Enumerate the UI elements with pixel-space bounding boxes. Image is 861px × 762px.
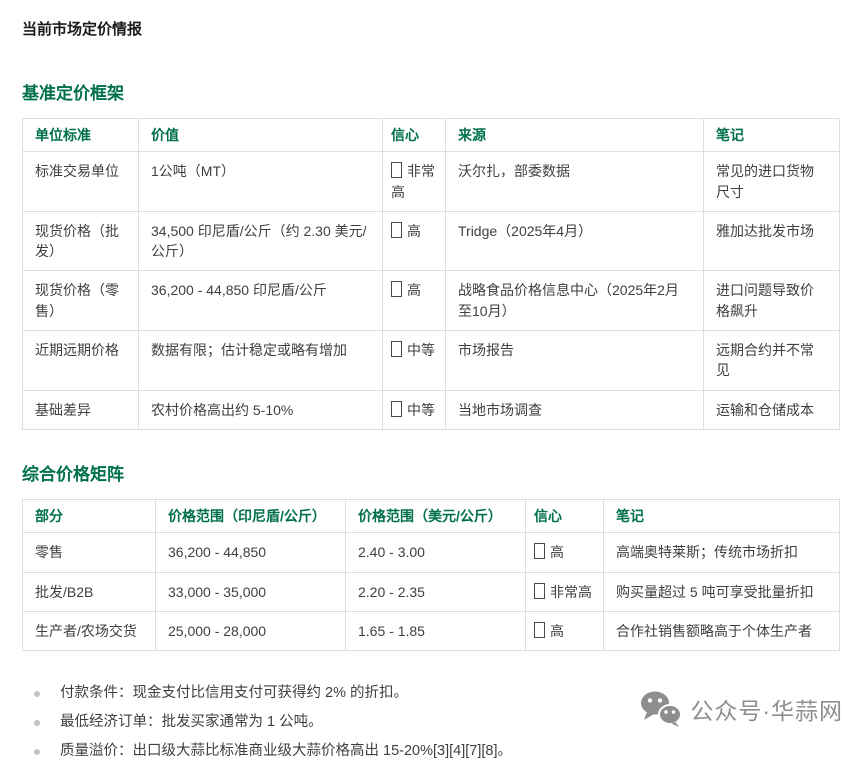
benchmark-pricing-table: 单位标准 价值 信心 来源 笔记 标准交易单位 1公吨（MT） 非常高 沃尔扎，… (22, 118, 840, 430)
table-row: 现货价格（批发） 34,500 印尼盾/公斤（约 2.30 美元/公斤） 高 T… (23, 211, 840, 271)
col-header-confidence: 信心 (383, 119, 446, 152)
table-header-row: 部分 价格范围（印尼盾/公斤） 价格范围（美元/公斤） 信心 笔记 (23, 499, 840, 532)
confidence-label: 高 (407, 223, 421, 239)
table-row: 现货价格（零售） 36,200 - 44,850 印尼盾/公斤 高 战略食品价格… (23, 271, 840, 331)
missing-emoji-glyph (391, 341, 402, 357)
table-row: 零售 36,200 - 44,850 2.40 - 3.00 高 高端奥特莱斯；… (23, 533, 840, 572)
notes-cell: 购买量超过 5 吨可享受批量折扣 (604, 572, 840, 611)
value-cell: 36,200 - 44,850 印尼盾/公斤 (139, 271, 383, 331)
table-row: 标准交易单位 1公吨（MT） 非常高 沃尔扎，部委数据 常见的进口货物尺寸 (23, 152, 840, 212)
unit-cell: 标准交易单位 (23, 152, 139, 212)
source-cell: Tridge（2025年4月） (446, 211, 704, 271)
source-cell: 当地市场调查 (446, 390, 704, 429)
wechat-icon (639, 690, 681, 727)
confidence-cell: 高 (526, 533, 604, 572)
missing-emoji-glyph (534, 622, 545, 638)
wechat-account-label: 公众号·华蒜网 (690, 692, 843, 726)
missing-emoji-glyph (534, 583, 545, 599)
table-row: 基础差异 农村价格高出约 5-10% 中等 当地市场调查 运输和仓储成本 (23, 390, 840, 429)
table-row: 批发/B2B 33,000 - 35,000 2.20 - 2.35 非常高 购… (23, 572, 840, 611)
confidence-label: 高 (407, 282, 421, 298)
range-usd-cell: 2.20 - 2.35 (346, 572, 526, 611)
col-header-range-idr: 价格范围（印尼盾/公斤） (156, 499, 346, 532)
table-row: 生产者/农场交货 25,000 - 28,000 1.65 - 1.85 高 合… (23, 611, 840, 650)
unit-cell: 近期远期价格 (23, 331, 139, 391)
table-row: 近期远期价格 数据有限；估计稳定或略有增加 中等 市场报告 远期合约并不常见 (23, 331, 840, 391)
col-header-value: 价值 (139, 119, 383, 152)
missing-emoji-glyph (391, 401, 402, 417)
segment-cell: 批发/B2B (23, 572, 156, 611)
value-cell: 数据有限；估计稳定或略有增加 (139, 331, 383, 391)
col-header-confidence: 信心 (526, 499, 604, 532)
notes-cell: 常见的进口货物尺寸 (704, 152, 840, 212)
notes-cell: 进口问题导致价格飙升 (704, 271, 840, 331)
value-cell: 1公吨（MT） (139, 152, 383, 212)
confidence-label: 中等 (407, 342, 435, 358)
unit-cell: 基础差异 (23, 390, 139, 429)
missing-emoji-glyph (391, 281, 402, 297)
notes-cell: 高端奥特莱斯；传统市场折扣 (604, 533, 840, 572)
confidence-label: 高 (550, 544, 564, 560)
notes-cell: 合作社销售额略高于个体生产者 (604, 611, 840, 650)
confidence-cell: 非常高 (526, 572, 604, 611)
confidence-label: 高 (550, 623, 564, 639)
confidence-cell: 高 (526, 611, 604, 650)
page-title: 当前市场定价情报 (22, 10, 839, 39)
confidence-cell: 高 (383, 211, 446, 271)
source-cell: 沃尔扎，部委数据 (446, 152, 704, 212)
confidence-label: 非常高 (550, 584, 592, 600)
unit-cell: 现货价格（批发） (23, 211, 139, 271)
segment-cell: 零售 (23, 533, 156, 572)
notes-cell: 远期合约并不常见 (704, 331, 840, 391)
value-cell: 农村价格高出约 5-10% (139, 390, 383, 429)
confidence-label: 中等 (407, 402, 435, 418)
col-header-source: 来源 (446, 119, 704, 152)
notes-cell: 雅加达批发市场 (704, 211, 840, 271)
price-matrix-table: 部分 价格范围（印尼盾/公斤） 价格范围（美元/公斤） 信心 笔记 零售 36,… (22, 499, 840, 651)
section-heading-price-matrix: 综合价格矩阵 (22, 460, 839, 485)
confidence-cell: 中等 (383, 331, 446, 391)
missing-emoji-glyph (534, 543, 545, 559)
source-cell: 战略食品价格信息中心（2025年2月至10月） (446, 271, 704, 331)
value-cell: 34,500 印尼盾/公斤（约 2.30 美元/公斤） (139, 211, 383, 271)
document-body: 当前市场定价情报 基准定价框架 单位标准 价值 信心 来源 笔记 标准交易单位 … (0, 0, 861, 762)
confidence-cell: 高 (383, 271, 446, 331)
unit-cell: 现货价格（零售） (23, 271, 139, 331)
col-header-range-usd: 价格范围（美元/公斤） (346, 499, 526, 532)
range-usd-cell: 2.40 - 3.00 (346, 533, 526, 572)
col-header-unit: 单位标准 (23, 119, 139, 152)
col-header-notes: 笔记 (604, 499, 840, 532)
range-idr-cell: 36,200 - 44,850 (156, 533, 346, 572)
notes-cell: 运输和仓储成本 (704, 390, 840, 429)
list-item: 质量溢价：出口级大蒜比标准商业级大蒜价格高出 15-20%[3][4][7][8… (32, 741, 839, 762)
range-idr-cell: 33,000 - 35,000 (156, 572, 346, 611)
section-heading-benchmark: 基准定价框架 (22, 79, 839, 104)
wechat-account-watermark: 公众号·华蒜网 (639, 690, 843, 727)
missing-emoji-glyph (391, 162, 402, 178)
confidence-cell: 非常高 (383, 152, 446, 212)
table-header-row: 单位标准 价值 信心 来源 笔记 (23, 119, 840, 152)
missing-emoji-glyph (391, 222, 402, 238)
segment-cell: 生产者/农场交货 (23, 611, 156, 650)
col-header-segment: 部分 (23, 499, 156, 532)
confidence-cell: 中等 (383, 390, 446, 429)
source-cell: 市场报告 (446, 331, 704, 391)
range-idr-cell: 25,000 - 28,000 (156, 611, 346, 650)
range-usd-cell: 1.65 - 1.85 (346, 611, 526, 650)
col-header-notes: 笔记 (704, 119, 840, 152)
